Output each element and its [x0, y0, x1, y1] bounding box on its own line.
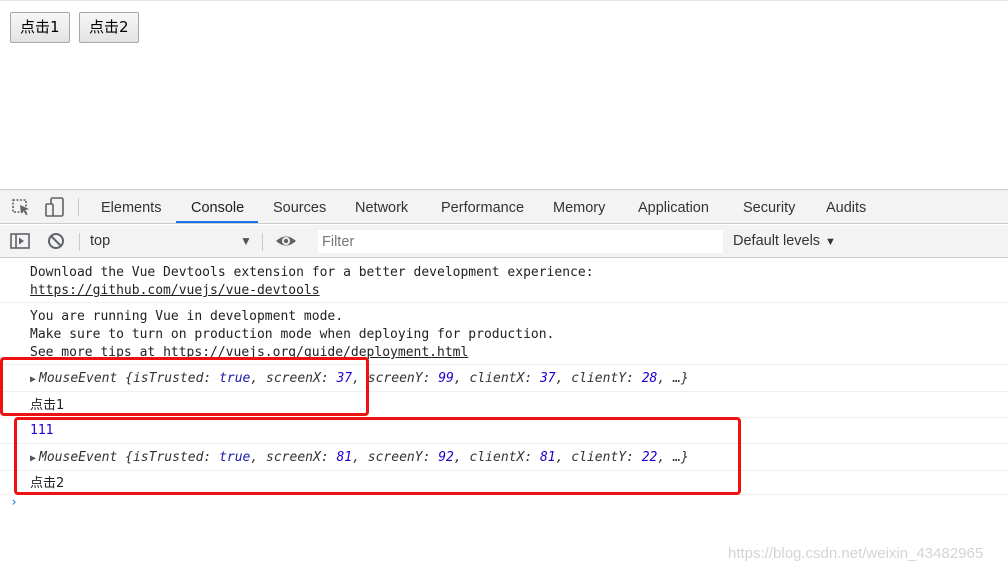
tab-network[interactable]: Network: [355, 190, 408, 224]
watermark: https://blog.csdn.net/weixin_43482965: [728, 545, 984, 562]
mouse-event-object[interactable]: ▶ MouseEvent {isTrusted: true, screenX: 8…: [30, 449, 689, 468]
devtools-panel: Elements Console Sources Network Perform…: [0, 189, 1008, 574]
message-text: 点击2: [30, 476, 65, 491]
message-text: 点击1: [30, 398, 65, 413]
clear-console-icon[interactable]: [46, 231, 68, 251]
console-message: ▶ MouseEvent {isTrusted: true, screenX: 3…: [0, 365, 1008, 392]
message-text: Download the Vue Devtools extension for …: [30, 265, 594, 280]
active-tab-indicator: [176, 221, 258, 223]
tab-sources[interactable]: Sources: [273, 190, 326, 224]
context-selector[interactable]: top: [90, 225, 110, 258]
tab-console[interactable]: Console: [191, 190, 244, 224]
tab-elements[interactable]: Elements: [101, 190, 161, 224]
tab-performance[interactable]: Performance: [441, 190, 524, 224]
message-text: See more tips at: [30, 345, 164, 360]
vue-devtools-link[interactable]: https://github.com/vuejs/vue-devtools: [30, 282, 320, 300]
console-message: Download the Vue Devtools extension for …: [0, 259, 1008, 303]
context-dropdown-arrow-icon[interactable]: ▼: [240, 225, 252, 258]
console-toolbar: top ▼ Default levels ▼: [0, 225, 1008, 258]
page-content: 点击1 点击2: [0, 0, 1008, 189]
tab-audits[interactable]: Audits: [826, 190, 866, 224]
chevron-down-icon: ▼: [825, 236, 836, 248]
message-text: You are running Vue in development mode.: [30, 309, 344, 324]
tabbar-divider: [78, 198, 79, 216]
click2-button[interactable]: 点击2: [79, 12, 139, 43]
expand-triangle-icon[interactable]: ▶: [30, 450, 36, 468]
message-text: Make sure to turn on production mode whe…: [30, 327, 555, 342]
number-output: 111: [30, 423, 54, 438]
click1-button[interactable]: 点击1: [10, 12, 70, 43]
log-levels-dropdown[interactable]: Default levels ▼: [733, 225, 836, 258]
inspect-element-icon[interactable]: [11, 197, 33, 217]
mouse-event-object[interactable]: ▶ MouseEvent {isTrusted: true, screenX: 3…: [30, 370, 689, 389]
deployment-guide-link[interactable]: https://vuejs.org/guide/deployment.html: [163, 345, 468, 360]
eye-icon[interactable]: [275, 231, 297, 251]
log-levels-label: Default levels: [733, 233, 821, 249]
toolbar-divider: [262, 233, 263, 251]
tab-memory[interactable]: Memory: [553, 190, 605, 224]
expand-triangle-icon[interactable]: ▶: [30, 371, 36, 389]
device-toolbar-icon[interactable]: [44, 197, 66, 217]
console-prompt-icon[interactable]: ›: [10, 495, 18, 510]
filter-input[interactable]: [318, 230, 723, 253]
console-message: 点击1: [0, 392, 1008, 418]
tab-security[interactable]: Security: [743, 190, 795, 224]
console-message: 111: [0, 418, 1008, 444]
console-message: 点击2: [0, 471, 1008, 495]
toolbar-divider: [79, 233, 80, 251]
console-output: Download the Vue Devtools extension for …: [0, 259, 1008, 574]
sidebar-toggle-icon[interactable]: [10, 231, 32, 251]
console-message: You are running Vue in development mode.…: [0, 303, 1008, 365]
devtools-tabbar: Elements Console Sources Network Perform…: [0, 190, 1008, 224]
tab-application[interactable]: Application: [638, 190, 709, 224]
console-message: ▶ MouseEvent {isTrusted: true, screenX: 8…: [0, 444, 1008, 471]
